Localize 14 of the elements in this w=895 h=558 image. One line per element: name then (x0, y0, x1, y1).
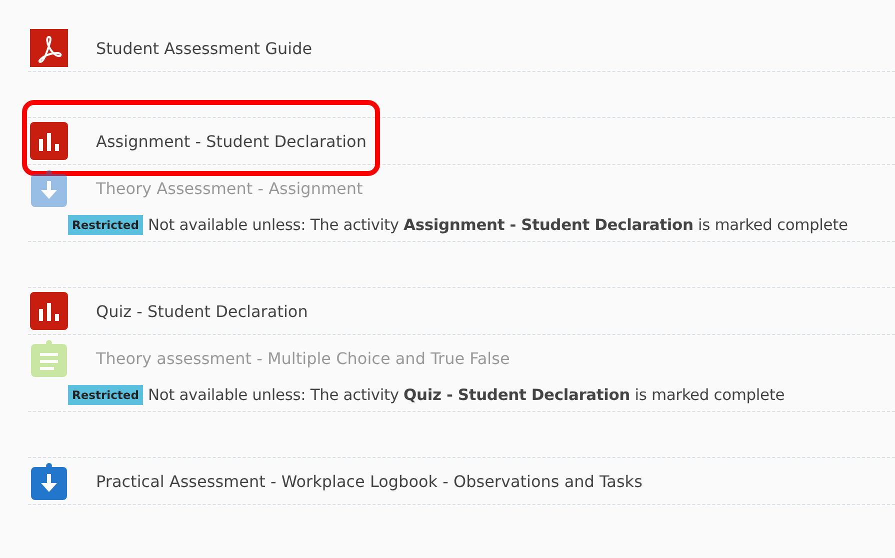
activity-link[interactable]: Practical Assessment - Workplace Logbook - Observations and Tasks (96, 472, 642, 490)
pdf-icon (30, 29, 68, 67)
restriction-text: Not available unless: The activity Assignment - Student Declaration is marked complete (148, 216, 848, 234)
bar-chart-icon (30, 292, 68, 330)
activity-link[interactable]: Assignment - Student Declaration (96, 132, 366, 150)
activity-link[interactable]: Student Assessment Guide (96, 38, 312, 58)
clipboard-arrow-icon (30, 462, 68, 500)
restriction-text: Not available unless: The activity Quiz - Student Declaration is marked complete (148, 386, 785, 404)
activity-link[interactable]: Quiz - Student Declaration (96, 302, 308, 320)
bar-chart-icon (30, 122, 68, 160)
clipboard-arrow-icon (30, 169, 68, 207)
clipboard-lines-icon (30, 339, 68, 377)
restricted-badge: Restricted (68, 215, 143, 235)
restricted-badge: Restricted (68, 385, 143, 405)
